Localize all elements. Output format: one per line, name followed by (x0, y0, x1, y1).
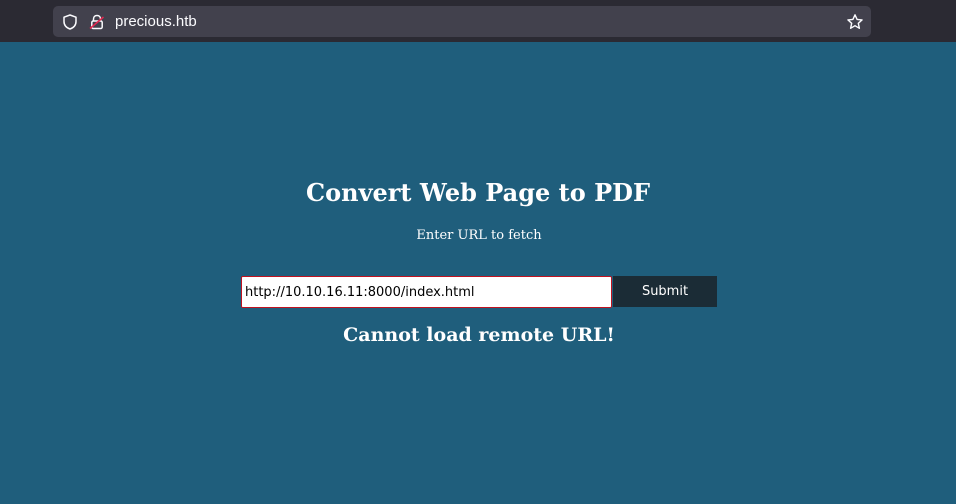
star-icon[interactable] (846, 13, 864, 31)
address-bar[interactable]: precious.htb (53, 6, 871, 37)
shield-icon[interactable] (61, 13, 79, 31)
error-message: Cannot load remote URL! (343, 324, 615, 346)
lock-icon[interactable] (88, 13, 106, 31)
url-text[interactable]: precious.htb (115, 11, 197, 32)
page-subtitle: Enter URL to fetch (416, 228, 542, 243)
page-content: Convert Web Page to PDF Enter URL to fet… (0, 42, 956, 504)
url-input[interactable] (241, 276, 612, 308)
submit-button[interactable]: Submit (613, 276, 717, 307)
page-title: Convert Web Page to PDF (306, 178, 650, 207)
browser-toolbar: precious.htb (0, 0, 956, 42)
